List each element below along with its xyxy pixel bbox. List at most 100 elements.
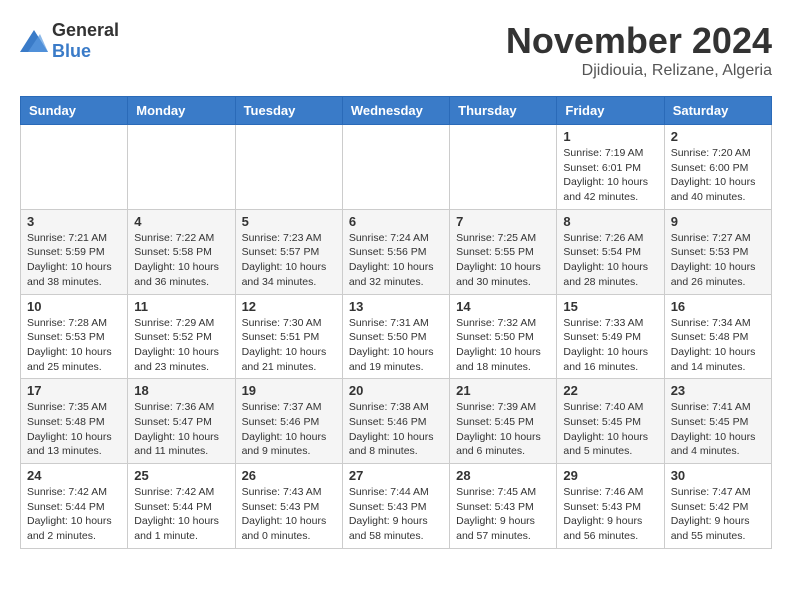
day-number: 12 [242,299,336,314]
day-info: Sunrise: 7:37 AMSunset: 5:46 PMDaylight:… [242,400,336,459]
day-number: 13 [349,299,443,314]
calendar-cell: 15 Sunrise: 7:33 AMSunset: 5:49 PMDayligh… [557,294,664,379]
day-info: Sunrise: 7:33 AMSunset: 5:49 PMDaylight:… [563,316,657,375]
day-number: 9 [671,214,765,229]
day-number: 7 [456,214,550,229]
calendar-cell: 24 Sunrise: 7:42 AMSunset: 5:44 PMDayligh… [21,464,128,549]
day-info: Sunrise: 7:29 AMSunset: 5:52 PMDaylight:… [134,316,228,375]
day-number: 14 [456,299,550,314]
day-info: Sunrise: 7:40 AMSunset: 5:45 PMDaylight:… [563,400,657,459]
calendar-week-row: 3 Sunrise: 7:21 AMSunset: 5:59 PMDaylight… [21,209,772,294]
calendar-week-row: 1 Sunrise: 7:19 AMSunset: 6:01 PMDaylight… [21,125,772,210]
day-info: Sunrise: 7:47 AMSunset: 5:42 PMDaylight:… [671,485,765,544]
day-info: Sunrise: 7:28 AMSunset: 5:53 PMDaylight:… [27,316,121,375]
title-block: November 2024 Djidiouia, Relizane, Alger… [506,20,772,80]
column-header-saturday: Saturday [664,97,771,125]
day-number: 24 [27,468,121,483]
calendar-cell: 1 Sunrise: 7:19 AMSunset: 6:01 PMDaylight… [557,125,664,210]
day-info: Sunrise: 7:32 AMSunset: 5:50 PMDaylight:… [456,316,550,375]
logo-general: General [52,20,119,40]
day-number: 6 [349,214,443,229]
calendar-cell: 25 Sunrise: 7:42 AMSunset: 5:44 PMDayligh… [128,464,235,549]
day-number: 27 [349,468,443,483]
day-number: 30 [671,468,765,483]
calendar-cell [235,125,342,210]
calendar-cell: 21 Sunrise: 7:39 AMSunset: 5:45 PMDayligh… [450,379,557,464]
day-number: 17 [27,383,121,398]
day-number: 23 [671,383,765,398]
calendar-cell: 5 Sunrise: 7:23 AMSunset: 5:57 PMDaylight… [235,209,342,294]
day-info: Sunrise: 7:42 AMSunset: 5:44 PMDaylight:… [134,485,228,544]
location: Djidiouia, Relizane, Algeria [506,62,772,80]
day-info: Sunrise: 7:27 AMSunset: 5:53 PMDaylight:… [671,231,765,290]
logo-text: General Blue [52,20,119,62]
day-number: 3 [27,214,121,229]
calendar-cell: 17Sunrise: 7:35 AMSunset: 5:48 PMDayligh… [21,379,128,464]
day-number: 16 [671,299,765,314]
calendar-week-row: 10 Sunrise: 7:28 AMSunset: 5:53 PMDayligh… [21,294,772,379]
day-info: Sunrise: 7:46 AMSunset: 5:43 PMDaylight:… [563,485,657,544]
day-info: Sunrise: 7:44 AMSunset: 5:43 PMDaylight:… [349,485,443,544]
calendar-cell: 28 Sunrise: 7:45 AMSunset: 5:43 PMDayligh… [450,464,557,549]
calendar-cell: 18 Sunrise: 7:36 AMSunset: 5:47 PMDayligh… [128,379,235,464]
column-header-tuesday: Tuesday [235,97,342,125]
day-info: Sunrise: 7:39 AMSunset: 5:45 PMDaylight:… [456,400,550,459]
day-info: Sunrise: 7:20 AMSunset: 6:00 PMDaylight:… [671,146,765,205]
calendar-cell: 2Sunrise: 7:20 AMSunset: 6:00 PMDaylight… [664,125,771,210]
day-number: 5 [242,214,336,229]
day-number: 25 [134,468,228,483]
calendar-table: SundayMondayTuesdayWednesdayThursdayFrid… [20,96,772,549]
calendar-week-row: 24 Sunrise: 7:42 AMSunset: 5:44 PMDayligh… [21,464,772,549]
logo-icon [20,30,48,52]
calendar-cell: 13Sunrise: 7:31 AMSunset: 5:50 PMDayligh… [342,294,449,379]
calendar-cell: 23Sunrise: 7:41 AMSunset: 5:45 PMDayligh… [664,379,771,464]
calendar-cell: 10 Sunrise: 7:28 AMSunset: 5:53 PMDayligh… [21,294,128,379]
calendar-cell: 12Sunrise: 7:30 AMSunset: 5:51 PMDayligh… [235,294,342,379]
calendar-header-row: SundayMondayTuesdayWednesdayThursdayFrid… [21,97,772,125]
calendar-cell: 9 Sunrise: 7:27 AMSunset: 5:53 PMDaylight… [664,209,771,294]
day-info: Sunrise: 7:42 AMSunset: 5:44 PMDaylight:… [27,485,121,544]
day-number: 19 [242,383,336,398]
calendar-cell [21,125,128,210]
day-info: Sunrise: 7:36 AMSunset: 5:47 PMDaylight:… [134,400,228,459]
calendar-cell: 4 Sunrise: 7:22 AMSunset: 5:58 PMDaylight… [128,209,235,294]
day-number: 18 [134,383,228,398]
calendar-cell [342,125,449,210]
calendar-cell: 29Sunrise: 7:46 AMSunset: 5:43 PMDayligh… [557,464,664,549]
day-info: Sunrise: 7:26 AMSunset: 5:54 PMDaylight:… [563,231,657,290]
day-info: Sunrise: 7:38 AMSunset: 5:46 PMDaylight:… [349,400,443,459]
calendar-cell [450,125,557,210]
calendar-cell: 14 Sunrise: 7:32 AMSunset: 5:50 PMDayligh… [450,294,557,379]
calendar-cell: 8 Sunrise: 7:26 AMSunset: 5:54 PMDaylight… [557,209,664,294]
month-title: November 2024 [506,20,772,62]
calendar-cell [128,125,235,210]
day-number: 10 [27,299,121,314]
day-info: Sunrise: 7:22 AMSunset: 5:58 PMDaylight:… [134,231,228,290]
column-header-friday: Friday [557,97,664,125]
calendar-cell: 3 Sunrise: 7:21 AMSunset: 5:59 PMDaylight… [21,209,128,294]
day-info: Sunrise: 7:25 AMSunset: 5:55 PMDaylight:… [456,231,550,290]
page-header: General Blue November 2024 Djidiouia, Re… [20,20,772,80]
day-number: 26 [242,468,336,483]
calendar-cell: 16Sunrise: 7:34 AMSunset: 5:48 PMDayligh… [664,294,771,379]
calendar-cell: 7 Sunrise: 7:25 AMSunset: 5:55 PMDaylight… [450,209,557,294]
calendar-week-row: 17Sunrise: 7:35 AMSunset: 5:48 PMDayligh… [21,379,772,464]
logo: General Blue [20,20,119,62]
day-number: 4 [134,214,228,229]
day-number: 15 [563,299,657,314]
calendar-cell: 30 Sunrise: 7:47 AMSunset: 5:42 PMDayligh… [664,464,771,549]
day-info: Sunrise: 7:45 AMSunset: 5:43 PMDaylight:… [456,485,550,544]
day-number: 28 [456,468,550,483]
calendar-cell: 22Sunrise: 7:40 AMSunset: 5:45 PMDayligh… [557,379,664,464]
column-header-monday: Monday [128,97,235,125]
day-info: Sunrise: 7:43 AMSunset: 5:43 PMDaylight:… [242,485,336,544]
day-number: 21 [456,383,550,398]
day-number: 8 [563,214,657,229]
day-info: Sunrise: 7:19 AMSunset: 6:01 PMDaylight:… [563,146,657,205]
day-number: 1 [563,129,657,144]
day-number: 11 [134,299,228,314]
calendar-cell: 27 Sunrise: 7:44 AMSunset: 5:43 PMDayligh… [342,464,449,549]
day-info: Sunrise: 7:21 AMSunset: 5:59 PMDaylight:… [27,231,121,290]
calendar-cell: 11 Sunrise: 7:29 AMSunset: 5:52 PMDayligh… [128,294,235,379]
day-info: Sunrise: 7:23 AMSunset: 5:57 PMDaylight:… [242,231,336,290]
